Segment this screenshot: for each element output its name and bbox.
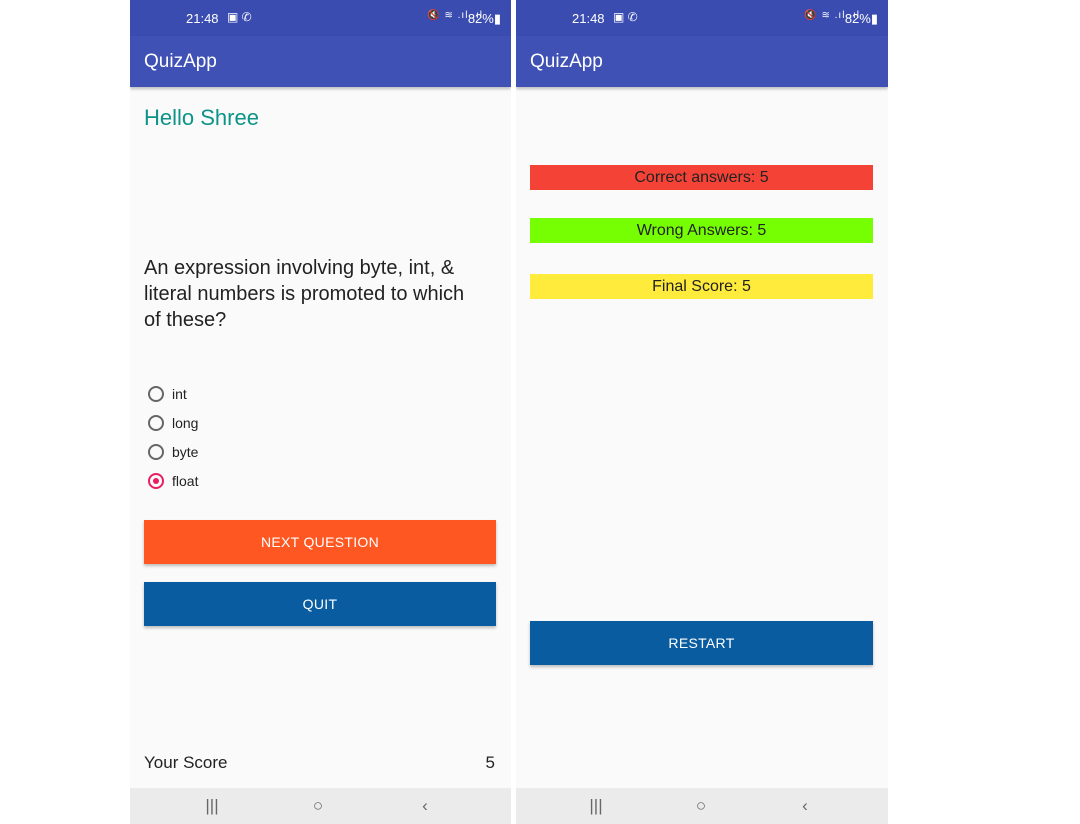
battery-indicator: 82%▮ (467, 11, 501, 26)
radio-button[interactable] (148, 386, 164, 402)
app-bar: QuizApp (130, 36, 511, 87)
status-time: 21:48 (572, 11, 605, 26)
correct-answers-bar: Correct answers: 5 (530, 165, 873, 190)
status-bar: 21:48 ▣ ✆ 🔇 ≋ .ıl .ıl 82%▮ (516, 0, 888, 36)
final-score-bar: Final Score: 5 (530, 274, 873, 299)
back-button[interactable]: ‹ (793, 796, 817, 816)
question-text: An expression involving byte, int, & lit… (144, 257, 465, 331)
home-button[interactable]: ○ (689, 796, 713, 816)
app-bar: QuizApp (516, 36, 888, 87)
app-title: QuizApp (530, 51, 603, 72)
gallery-whatsapp-icon: ▣ ✆ (613, 10, 638, 24)
navigation-bar: ||| ○ ‹ (130, 788, 511, 824)
battery-indicator: 82%▮ (844, 11, 878, 26)
option-long[interactable]: long (148, 410, 198, 436)
recents-button[interactable]: ||| (200, 796, 224, 816)
option-byte[interactable]: byte (148, 439, 198, 465)
option-label: float (172, 473, 199, 489)
next-question-button[interactable]: NEXT QUESTION (144, 520, 496, 564)
back-button[interactable]: ‹ (413, 796, 437, 816)
option-float[interactable]: float (148, 468, 198, 494)
option-int[interactable]: int (148, 381, 187, 407)
score-value: 5 (485, 753, 495, 772)
home-button[interactable]: ○ (306, 796, 330, 816)
quit-button[interactable]: QUIT (144, 582, 496, 626)
app-title: QuizApp (144, 51, 217, 72)
quiz-screen: 21:48 ▣ ✆ 🔇 ≋ .ıl .ıl 82%▮ QuizApp Hello… (130, 0, 511, 824)
option-label: byte (172, 444, 199, 460)
result-screen: 21:48 ▣ ✆ 🔇 ≋ .ıl .ıl 82%▮ QuizApp Corre… (516, 0, 888, 824)
radio-button[interactable] (148, 444, 164, 460)
gallery-whatsapp-icon: ▣ ✆ (227, 10, 252, 24)
navigation-bar: ||| ○ ‹ (516, 788, 888, 824)
status-bar: 21:48 ▣ ✆ 🔇 ≋ .ıl .ıl 82%▮ (130, 0, 511, 36)
radio-button-selected[interactable] (148, 473, 164, 489)
restart-button[interactable]: RESTART (530, 621, 873, 665)
greeting-text: Hello Shree (144, 105, 259, 130)
radio-button[interactable] (148, 415, 164, 431)
option-label: long (172, 415, 199, 431)
option-label: int (172, 386, 187, 402)
recents-button[interactable]: ||| (584, 796, 608, 816)
status-time: 21:48 (186, 11, 219, 26)
wrong-answers-bar: Wrong Answers: 5 (530, 218, 873, 243)
score-label: Your Score (144, 753, 228, 772)
